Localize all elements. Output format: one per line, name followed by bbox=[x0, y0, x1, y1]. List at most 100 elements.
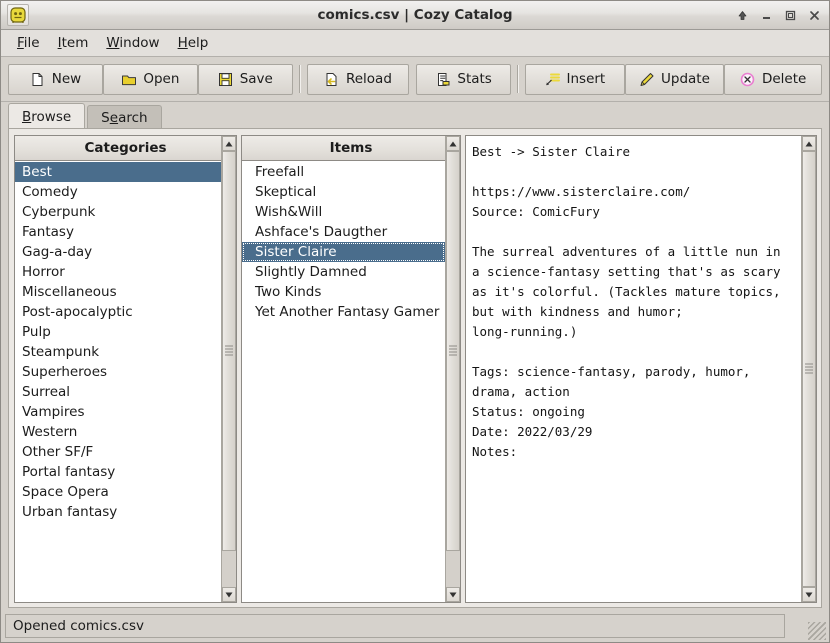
new-button[interactable]: New bbox=[8, 63, 103, 95]
menu-item[interactable]: Item bbox=[49, 32, 98, 54]
status-bar: Opened comics.csv bbox=[5, 614, 785, 638]
insert-button-label: Insert bbox=[566, 71, 606, 87]
menu-item-label: tem bbox=[61, 35, 89, 51]
detail-text[interactable]: Best -> Sister Claire https://www.sister… bbox=[466, 136, 801, 602]
tab-browse-mnemonic: B bbox=[22, 109, 32, 125]
browse-panel: Categories Best Comedy Cyberpunk Fantasy Gag… bbox=[8, 128, 822, 608]
category-list-item[interactable]: Western bbox=[15, 422, 221, 442]
menu-file-label: ile bbox=[23, 35, 40, 51]
category-list-item[interactable]: Other SF/F bbox=[15, 442, 221, 462]
detail-pane: Best -> Sister Claire https://www.sister… bbox=[465, 135, 817, 603]
menu-file-mnemonic: F bbox=[17, 35, 24, 51]
category-list-item[interactable]: Post-apocalyptic bbox=[15, 302, 221, 322]
scroll-grip bbox=[805, 363, 813, 375]
categories-list[interactable]: Best Comedy Cyberpunk Fantasy Gag-a-day Horro… bbox=[15, 162, 221, 602]
scroll-down-arrow-icon[interactable] bbox=[222, 587, 236, 602]
toolbar: New Open Save Reload Stats Insert Update… bbox=[0, 57, 830, 102]
save-button-label: Save bbox=[239, 71, 273, 87]
item-list-item[interactable]: Two Kinds bbox=[242, 282, 445, 302]
items-list[interactable]: Freefall Skeptical Wish&Will Ashface's Daug… bbox=[242, 162, 445, 602]
status-area: Opened comics.csv bbox=[0, 610, 830, 643]
tab-browse[interactable]: Browse bbox=[8, 103, 86, 129]
category-list-item[interactable]: Superheroes bbox=[15, 362, 221, 382]
category-list-item[interactable]: Cyberpunk bbox=[15, 202, 221, 222]
delete-button[interactable]: Delete bbox=[724, 63, 823, 95]
items-scroll-thumb[interactable] bbox=[446, 151, 460, 551]
menu-bar: File Item Window Help bbox=[0, 30, 830, 57]
item-list-item[interactable]: Slightly Damned bbox=[242, 262, 445, 282]
detail-scrollbar[interactable] bbox=[801, 136, 816, 602]
items-pane: Items Freefall Skeptical Wish&Will Ashface'… bbox=[241, 135, 461, 603]
scroll-up-arrow-icon[interactable] bbox=[222, 136, 236, 151]
stats-button-label: Stats bbox=[457, 71, 492, 87]
category-list-item[interactable]: Vampires bbox=[15, 402, 221, 422]
categories-scroll-thumb[interactable] bbox=[222, 151, 236, 551]
scroll-down-arrow-icon[interactable] bbox=[446, 587, 460, 602]
item-list-item[interactable]: Wish&Will bbox=[242, 202, 445, 222]
open-button-label: Open bbox=[143, 71, 180, 87]
category-list-item[interactable]: Surreal bbox=[15, 382, 221, 402]
new-button-label: New bbox=[51, 71, 82, 87]
open-folder-icon bbox=[121, 71, 137, 87]
window-title: comics.csv | Cozy Catalog bbox=[317, 7, 513, 23]
close-button[interactable] bbox=[803, 4, 826, 26]
stats-button[interactable]: Stats bbox=[416, 63, 512, 95]
reload-icon bbox=[324, 71, 340, 87]
item-list-item[interactable]: Skeptical bbox=[242, 182, 445, 202]
insert-button[interactable]: Insert bbox=[525, 63, 625, 95]
menu-help[interactable]: Help bbox=[169, 32, 218, 54]
scroll-grip bbox=[449, 345, 457, 357]
item-list-item[interactable]: Ashface's Daugther bbox=[242, 222, 445, 242]
categories-header: Categories bbox=[15, 136, 236, 161]
detail-scroll-thumb[interactable] bbox=[802, 151, 816, 587]
category-list-item[interactable]: Horror bbox=[15, 262, 221, 282]
resize-grip[interactable] bbox=[808, 622, 826, 640]
open-button[interactable]: Open bbox=[102, 63, 198, 95]
category-list-item[interactable]: Fantasy bbox=[15, 222, 221, 242]
stats-icon bbox=[435, 71, 451, 87]
toolbar-separator-1 bbox=[298, 65, 301, 93]
pencil-icon bbox=[639, 71, 655, 87]
menu-window-mnemonic: W bbox=[106, 35, 120, 51]
tab-search-prefix: S bbox=[101, 110, 110, 126]
category-list-item[interactable]: Gag-a-day bbox=[15, 242, 221, 262]
menu-help-mnemonic: H bbox=[177, 35, 188, 51]
menu-help-label: elp bbox=[187, 35, 209, 51]
title-bar[interactable]: comics.csv | Cozy Catalog bbox=[0, 0, 830, 30]
reload-button[interactable]: Reload bbox=[306, 63, 410, 95]
new-document-icon bbox=[30, 71, 46, 87]
item-list-item[interactable]: Freefall bbox=[242, 162, 445, 182]
tab-search[interactable]: Search bbox=[87, 105, 162, 129]
scroll-down-arrow-icon[interactable] bbox=[802, 587, 816, 602]
category-list-item[interactable]: Urban fantasy bbox=[15, 502, 221, 522]
category-list-item[interactable]: Comedy bbox=[15, 182, 221, 202]
item-list-item[interactable]: Yet Another Fantasy Gamer bbox=[242, 302, 445, 322]
category-list-item[interactable]: Pulp bbox=[15, 322, 221, 342]
delete-button-label: Delete bbox=[761, 71, 807, 87]
item-list-item[interactable]: Sister Claire bbox=[242, 242, 445, 262]
shade-button[interactable] bbox=[731, 4, 754, 26]
category-list-item[interactable]: Steampunk bbox=[15, 342, 221, 362]
category-list-item[interactable]: Best bbox=[15, 162, 221, 182]
category-list-item[interactable]: Miscellaneous bbox=[15, 282, 221, 302]
menu-window-label: indow bbox=[119, 35, 160, 51]
tab-strip: Browse Search bbox=[8, 103, 822, 129]
save-button[interactable]: Save bbox=[197, 63, 293, 95]
update-button[interactable]: Update bbox=[624, 63, 725, 95]
scroll-up-arrow-icon[interactable] bbox=[446, 136, 460, 151]
floppy-disk-icon bbox=[218, 71, 234, 87]
scroll-up-arrow-icon[interactable] bbox=[802, 136, 816, 151]
tab-browse-label: rowse bbox=[31, 109, 72, 125]
maximize-button[interactable] bbox=[779, 4, 802, 26]
minimize-button[interactable] bbox=[755, 4, 778, 26]
delete-circle-icon bbox=[740, 71, 756, 87]
menu-file[interactable]: File bbox=[8, 32, 49, 54]
categories-scrollbar[interactable] bbox=[221, 136, 236, 602]
items-scrollbar[interactable] bbox=[445, 136, 460, 602]
menu-window[interactable]: Window bbox=[97, 32, 168, 54]
category-list-item[interactable]: Portal fantasy bbox=[15, 462, 221, 482]
tab-search-mnemonic: e bbox=[109, 110, 119, 126]
toolbar-separator-2 bbox=[517, 65, 520, 93]
update-button-label: Update bbox=[661, 71, 710, 87]
category-list-item[interactable]: Space Opera bbox=[15, 482, 221, 502]
